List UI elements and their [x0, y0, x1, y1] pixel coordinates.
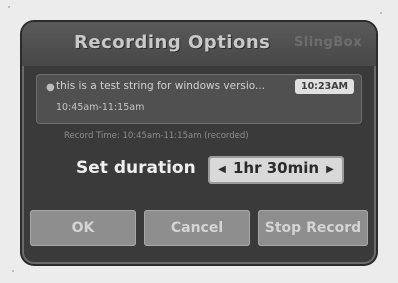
set-duration-label: Set duration: [76, 158, 196, 178]
screen: Recording Options SlingBox ● this is a t…: [0, 0, 398, 283]
noise-speck: [8, 6, 10, 8]
dialog-title: Recording Options: [74, 32, 271, 53]
program-time: 10:45am-11:15am: [56, 102, 145, 113]
clock-badge: 10:23AM: [294, 79, 354, 94]
dialog-buttons: OK Cancel Stop Record: [30, 210, 368, 246]
ok-button[interactable]: OK: [30, 210, 136, 246]
noise-speck: [12, 270, 14, 272]
cancel-button[interactable]: Cancel: [144, 210, 250, 246]
duration-value: 1hr 30min: [232, 159, 320, 177]
arrow-right-icon[interactable]: ▶: [324, 163, 336, 177]
brand-logo: SlingBox: [293, 35, 362, 50]
record-time-text: Record Time: 10:45am-11:15am (recorded): [64, 131, 249, 141]
noise-speck: [380, 12, 382, 14]
dialog-titlebar: Recording Options SlingBox: [22, 22, 376, 66]
program-info-panel: ● this is a test string for windows vers…: [36, 74, 362, 124]
program-title: this is a test string for windows versio…: [56, 80, 266, 92]
recording-options-dialog: Recording Options SlingBox ● this is a t…: [22, 22, 376, 264]
duration-spinner[interactable]: ◀ 1hr 30min ▶: [208, 156, 344, 184]
stop-record-button[interactable]: Stop Record: [258, 210, 368, 246]
set-duration-row: Set duration ◀ 1hr 30min ▶: [22, 152, 376, 188]
bullet-icon: ●: [46, 82, 55, 93]
arrow-left-icon[interactable]: ◀: [216, 163, 228, 177]
